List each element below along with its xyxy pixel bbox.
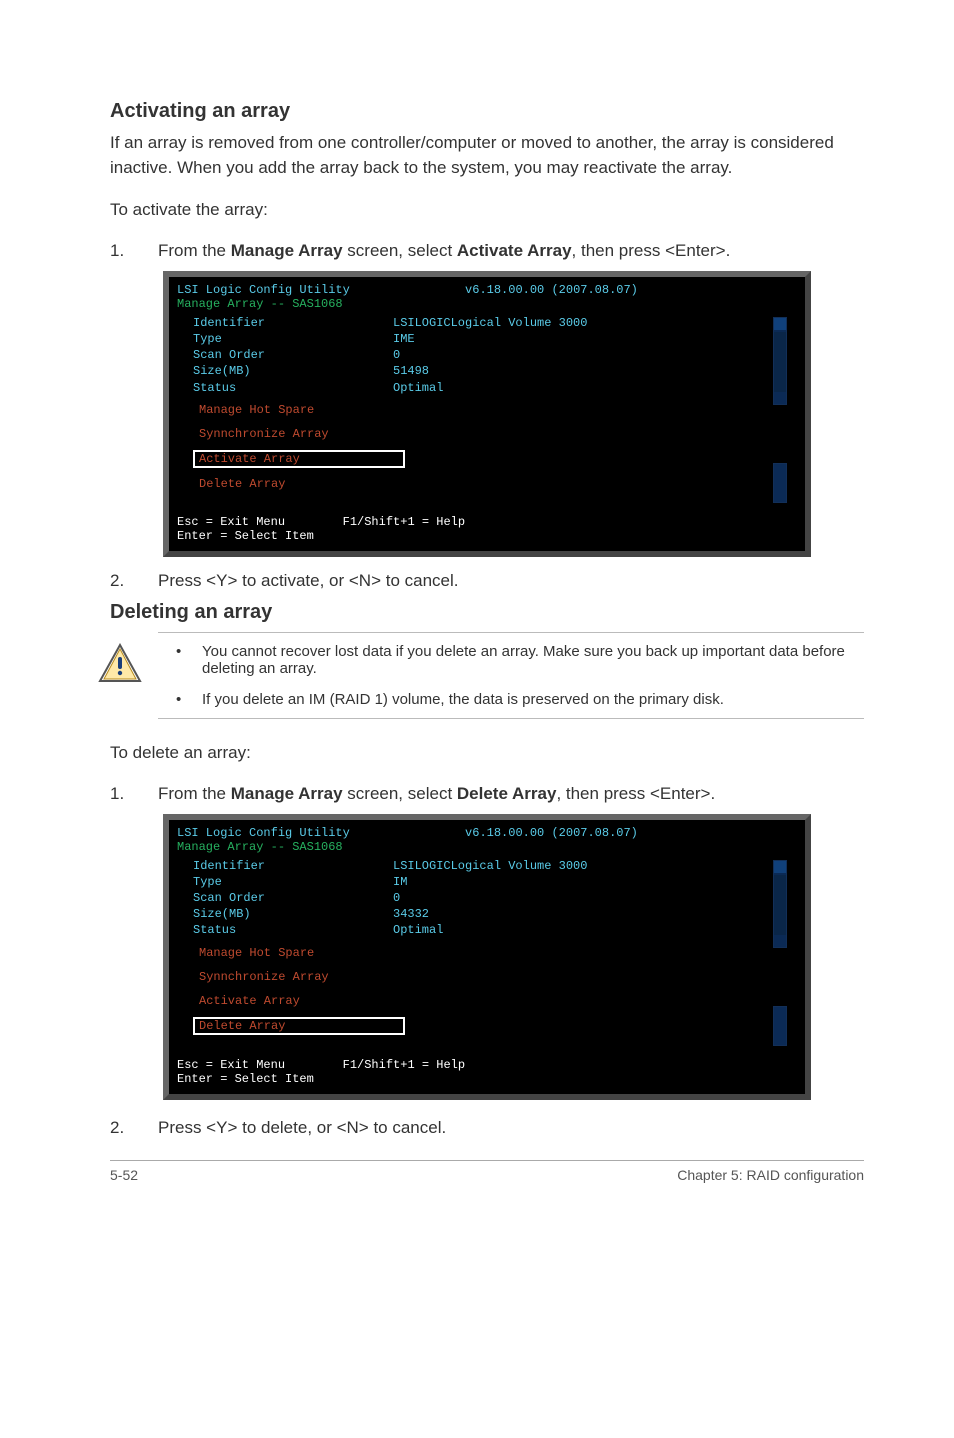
bullet-icon (176, 643, 202, 677)
warning-text-1: You cannot recover lost data if you dele… (202, 643, 864, 677)
step-1: 1. From the Manage Array screen, select … (110, 241, 864, 261)
menu-hot-spare[interactable]: Manage Hot Spare (193, 945, 405, 961)
field-value: 0 (393, 890, 400, 906)
text-bold: Manage Array (231, 241, 343, 260)
field-label: Status (193, 922, 393, 938)
terminal-2-wrap: LSI Logic Config Utility v6.18.00.00 (20… (110, 814, 864, 1100)
menu-delete-array[interactable]: Delete Array (193, 1017, 405, 1035)
page-footer: 5-52 Chapter 5: RAID configuration (110, 1160, 864, 1183)
field-label: Size(MB) (193, 906, 393, 922)
step-1b-num: 1. (110, 784, 158, 804)
bullet-icon (176, 691, 202, 708)
field-value: IME (393, 331, 415, 347)
term-body: IdentifierLSILOGICLogical Volume 3000 Ty… (193, 315, 781, 505)
step-2b-text: Press <Y> to delete, or <N> to cancel. (158, 1118, 864, 1138)
text-bold: Delete Array (457, 784, 557, 803)
heading-activating: Activating an array (110, 100, 864, 123)
warning-body: You cannot recover lost data if you dele… (158, 643, 864, 708)
warning-icon (98, 643, 142, 683)
text-fragment: , then press <Enter>. (572, 241, 731, 260)
field-value: IM (393, 874, 407, 890)
term-subhead: Manage Array -- SAS1068 (177, 297, 797, 311)
text-fragment: From the (158, 784, 231, 803)
menu-activate-array[interactable]: Activate Array (193, 993, 405, 1009)
step-2b: 2. Press <Y> to delete, or <N> to cancel… (110, 1118, 864, 1138)
menu-activate-array[interactable]: Activate Array (193, 450, 405, 468)
field-label: Type (193, 874, 393, 890)
terminal-1: LSI Logic Config Utility v6.18.00.00 (20… (163, 271, 811, 557)
term-footer: Esc = Exit Menu F1/Shift+1 = Help Enter … (177, 1058, 797, 1086)
text-bold: Activate Array (457, 241, 572, 260)
field-label: Status (193, 380, 393, 396)
scrollbar-icon (773, 317, 787, 405)
field-label: Scan Order (193, 347, 393, 363)
text-fragment: screen, select (343, 784, 457, 803)
text-bold: Manage Array (231, 784, 343, 803)
menu-sync-array[interactable]: Synnchronize Array (193, 969, 405, 985)
field-value: 34332 (393, 906, 429, 922)
term-version: v6.18.00.00 (2007.08.07) (465, 826, 638, 840)
para-activating-desc: If an array is removed from one controll… (110, 131, 864, 180)
menu-hot-spare[interactable]: Manage Hot Spare (193, 402, 405, 418)
term-version: v6.18.00.00 (2007.08.07) (465, 283, 638, 297)
warning-bullet: If you delete an IM (RAID 1) volume, the… (176, 691, 864, 708)
warning-box: You cannot recover lost data if you dele… (158, 632, 864, 719)
page: Activating an array If an array is remov… (0, 0, 954, 1233)
term-header-left: LSI Logic Config Utility (177, 826, 350, 840)
terminal-1-wrap: LSI Logic Config Utility v6.18.00.00 (20… (110, 271, 864, 557)
step-1b: 1. From the Manage Array screen, select … (110, 784, 864, 804)
para-activating-lead: To activate the array: (110, 198, 864, 223)
page-number: 5-52 (110, 1167, 138, 1183)
step-1b-text: From the Manage Array screen, select Del… (158, 784, 864, 804)
field-label: Identifier (193, 858, 393, 874)
terminal-2: LSI Logic Config Utility v6.18.00.00 (20… (163, 814, 811, 1100)
field-label: Size(MB) (193, 363, 393, 379)
text-fragment: , then press <Enter>. (556, 784, 715, 803)
step-2-num: 2. (110, 571, 158, 591)
field-value: 51498 (393, 363, 429, 379)
term-header: LSI Logic Config Utility v6.18.00.00 (20… (177, 283, 797, 297)
field-label: Scan Order (193, 890, 393, 906)
step-1-num: 1. (110, 241, 158, 261)
step-2-text: Press <Y> to activate, or <N> to cancel. (158, 571, 864, 591)
term-subhead: Manage Array -- SAS1068 (177, 840, 797, 854)
menu-sync-array[interactable]: Synnchronize Array (193, 426, 405, 442)
menu-delete-array[interactable]: Delete Array (193, 476, 405, 492)
field-value: Optimal (393, 922, 443, 938)
text-fragment: screen, select (343, 241, 457, 260)
term-footer: Esc = Exit Menu F1/Shift+1 = Help Enter … (177, 515, 797, 543)
scrollbar-icon (773, 860, 787, 948)
step-2: 2. Press <Y> to activate, or <N> to canc… (110, 571, 864, 591)
step-2b-num: 2. (110, 1118, 158, 1138)
warning-icon-col (98, 643, 158, 708)
term-header: LSI Logic Config Utility v6.18.00.00 (20… (177, 826, 797, 840)
field-label: Identifier (193, 315, 393, 331)
warning-bullet: You cannot recover lost data if you dele… (176, 643, 864, 677)
scrollbar-icon (773, 1006, 787, 1046)
field-value: Optimal (393, 380, 443, 396)
step-1-text: From the Manage Array screen, select Act… (158, 241, 864, 261)
chapter-label: Chapter 5: RAID configuration (677, 1167, 864, 1183)
field-value: LSILOGICLogical Volume 3000 (393, 858, 587, 874)
text-fragment: From the (158, 241, 231, 260)
heading-deleting: Deleting an array (110, 601, 864, 624)
field-label: Type (193, 331, 393, 347)
field-value: 0 (393, 347, 400, 363)
warning-text-2: If you delete an IM (RAID 1) volume, the… (202, 691, 724, 708)
term-header-left: LSI Logic Config Utility (177, 283, 350, 297)
term-body: IdentifierLSILOGICLogical Volume 3000 Ty… (193, 858, 781, 1048)
field-value: LSILOGICLogical Volume 3000 (393, 315, 587, 331)
scrollbar-icon (773, 463, 787, 503)
para-deleting-lead: To delete an array: (110, 741, 864, 766)
